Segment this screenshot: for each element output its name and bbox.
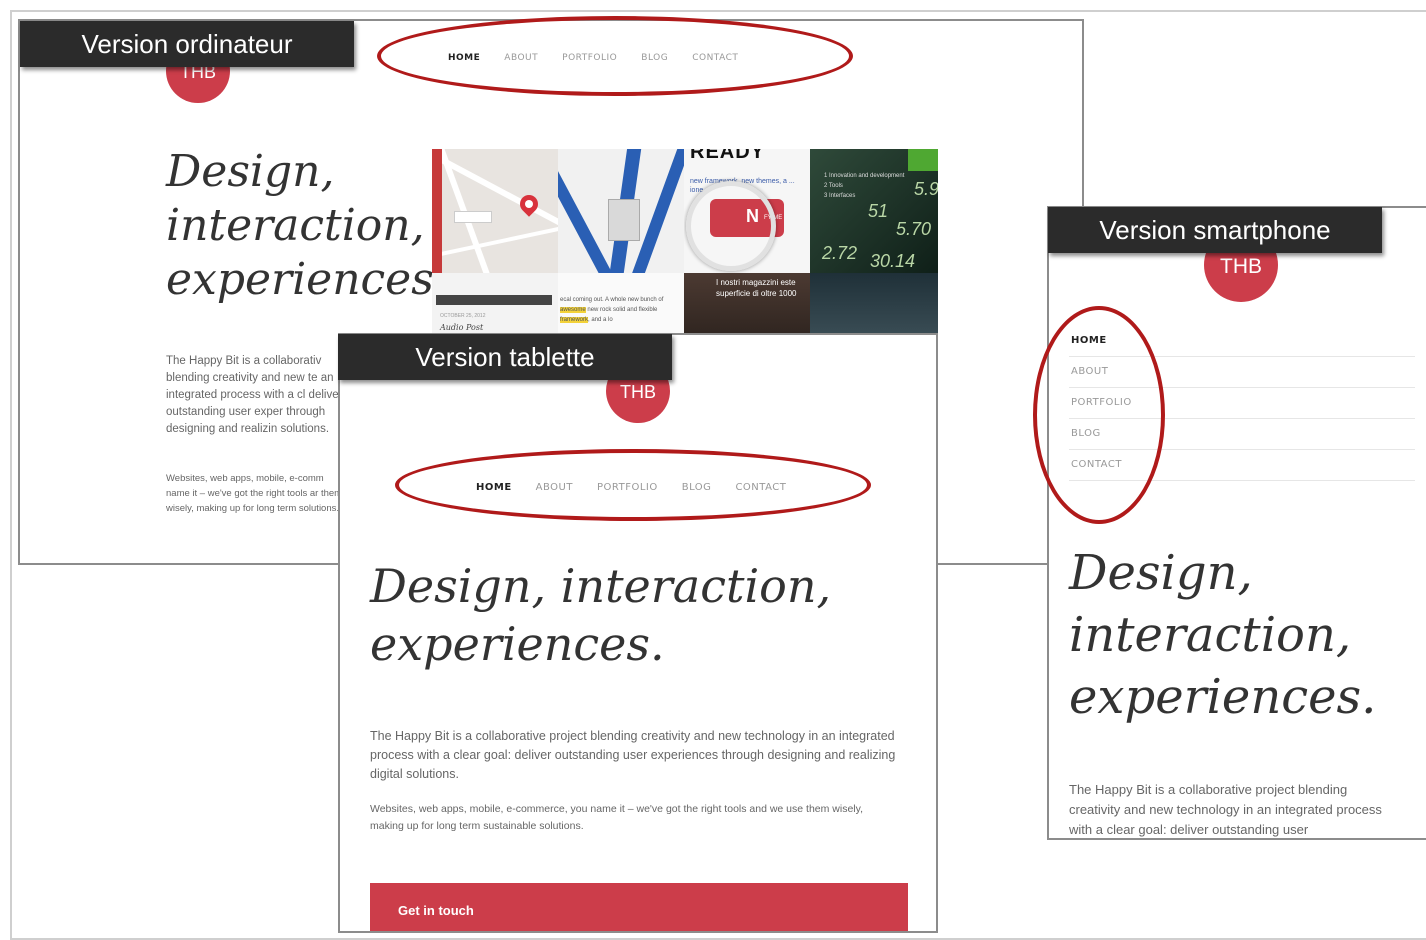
number-value: 2.72: [822, 243, 858, 263]
nav-about[interactable]: ABOUT: [536, 482, 573, 493]
portfolio-tile-cables[interactable]: [558, 149, 684, 273]
tablet-secondary-paragraph: Websites, web apps, mobile, e-commerce, …: [370, 803, 864, 832]
nav-blog[interactable]: BLOG: [682, 482, 712, 493]
hero-line-3: experiences.: [166, 254, 448, 305]
tablet-hero-heading: Design, interaction, experiences.: [370, 557, 890, 673]
phone-menu: HOME ABOUT PORTFOLIO BLOG CONTACT: [1069, 326, 1415, 481]
audio-player-bar: [436, 295, 552, 305]
warehouse-text: I nostri magazzini este superficie di ol…: [716, 278, 797, 298]
desktop-intro-paragraph: The Happy Bit is a collaborativ blending…: [166, 355, 343, 435]
number-value: 5.70: [896, 219, 932, 239]
ready-text: READY: [690, 149, 766, 163]
number-value: 30.14: [870, 251, 916, 271]
number-value: 51: [868, 201, 889, 221]
nav-about[interactable]: ABOUT: [504, 53, 538, 63]
portfolio-tile-ready[interactable]: READY new framework, new themes, a ... i…: [684, 149, 810, 273]
portfolio-tile-numbers[interactable]: 1 Innovation and development 2 Tools 3 I…: [810, 149, 938, 273]
nav-contact[interactable]: CONTACT: [692, 53, 738, 63]
nav-portfolio[interactable]: PORTFOLIO: [597, 482, 658, 493]
phone-screenshot: THB HOME ABOUT PORTFOLIO BLOG CONTACT De…: [1047, 206, 1426, 840]
logo-text: THB: [1220, 255, 1262, 278]
nav-about[interactable]: ABOUT: [1069, 357, 1415, 388]
magnifier-icon: [686, 181, 776, 271]
desktop-nav: HOME ABOUT PORTFOLIO BLOG CONTACT: [448, 47, 762, 65]
nav-contact[interactable]: CONTACT: [1069, 450, 1415, 481]
portfolio-tile-map[interactable]: [432, 149, 558, 273]
nav-home[interactable]: HOME: [1069, 326, 1415, 357]
number-value: 5.9: [914, 179, 938, 199]
portfolio-tile-text[interactable]: ecal coming out. A whole new bunch of aw…: [558, 273, 684, 339]
tile-text: ecal coming out. A whole new bunch of aw…: [560, 297, 664, 323]
portfolio-tile-photo[interactable]: [810, 273, 938, 339]
nav-blog[interactable]: BLOG: [641, 53, 668, 63]
desktop-version-label: Version ordinateur: [20, 21, 354, 67]
desktop-secondary-paragraph: Websites, web apps, mobile, e-comm name …: [166, 473, 343, 514]
hero-line-1: Design,: [1069, 545, 1253, 601]
hero-line-2: interaction,: [166, 200, 425, 251]
numbers-list: 1 Innovation and development 2 Tools 3 I…: [824, 171, 904, 201]
hero-line-2: interaction,: [1069, 607, 1352, 663]
hero-line-1: Design,: [166, 146, 335, 197]
portfolio-tile-warehouse[interactable]: I nostri magazzini este superficie di ol…: [684, 273, 810, 339]
nav-portfolio[interactable]: PORTFOLIO: [1069, 388, 1415, 419]
desktop-hero-heading: Design, interaction, experiences.: [166, 145, 448, 307]
tablet-screenshot: THB HOME ABOUT PORTFOLIO BLOG CONTACT Design…: [338, 333, 938, 933]
numbers-item: 1 Innovation and development: [824, 173, 905, 179]
tablet-intro-paragraph: The Happy Bit is a collaborative project…: [370, 729, 896, 781]
hero-line-3: experiences.: [1069, 669, 1377, 725]
tablet-nav: HOME ABOUT PORTFOLIO BLOG CONTACT: [476, 477, 810, 495]
nav-home[interactable]: HOME: [448, 53, 480, 63]
audio-title: Audio Post: [440, 323, 484, 332]
nav-blog[interactable]: BLOG: [1069, 419, 1415, 450]
hero-line-1: Design, interaction,: [370, 559, 832, 613]
tablet-version-label: Version tablette: [338, 334, 672, 380]
portfolio-tile-audio[interactable]: OCTOBER 25, 2012 Audio Post: [432, 273, 558, 339]
nav-contact[interactable]: CONTACT: [735, 482, 786, 493]
nav-portfolio[interactable]: PORTFOLIO: [562, 53, 617, 63]
phone-version-label: Version smartphone: [1048, 207, 1382, 253]
numbers-item: 2 Tools: [824, 183, 843, 189]
phone-hero-heading: Design, interaction, experiences.: [1069, 542, 1376, 728]
cta-label: Get in touch: [398, 903, 474, 918]
portfolio-mosaic: READY new framework, new themes, a ... i…: [432, 149, 938, 339]
logo-text: THB: [620, 382, 656, 402]
audio-caption: OCTOBER 25, 2012: [440, 313, 486, 319]
nav-home[interactable]: HOME: [476, 482, 512, 493]
numbers-item: 3 Interfaces: [824, 193, 856, 199]
hero-line-2: experiences.: [370, 617, 665, 671]
phone-intro-paragraph: The Happy Bit is a collaborative project…: [1069, 782, 1382, 837]
